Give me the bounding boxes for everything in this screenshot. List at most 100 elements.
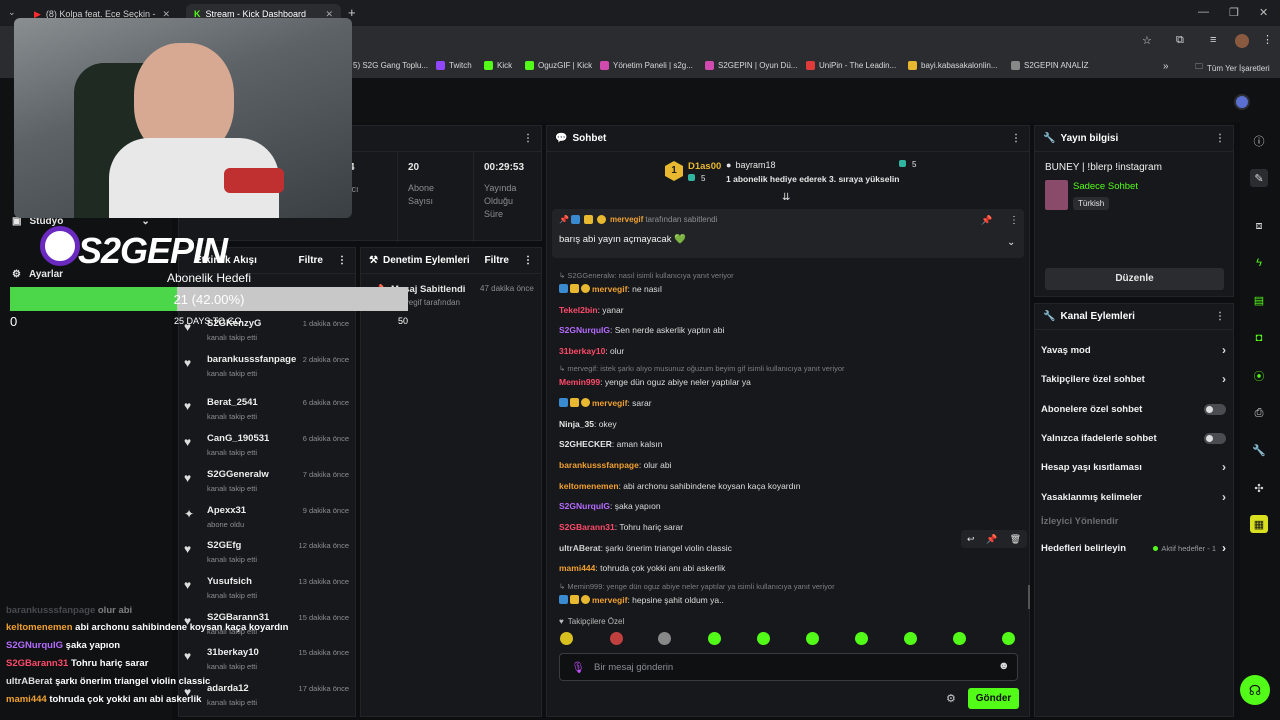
document-icon[interactable]: ▤	[1250, 291, 1268, 309]
bookmark-item[interactable]: S2GEPIN | Oyun Dü...	[705, 61, 797, 70]
send-button[interactable]: Gönder	[968, 688, 1019, 709]
emote-icon[interactable]	[904, 632, 917, 645]
wrench-icon: 🔧	[1043, 133, 1056, 144]
chat-scrollbar[interactable]	[1028, 585, 1030, 609]
expand-icon[interactable]: ⇊	[782, 192, 790, 203]
more-icon[interactable]: ⋮	[1009, 215, 1019, 226]
emote-icon[interactable]	[757, 632, 770, 645]
emote-icon[interactable]	[560, 632, 573, 645]
broadcast-icon[interactable]: ⦿	[1250, 367, 1268, 385]
support-icon[interactable]: ☊	[1240, 675, 1270, 705]
chat-username[interactable]: S2GHECKER	[559, 439, 612, 449]
info-icon[interactable]: ⓘ	[1250, 132, 1268, 150]
palette-icon[interactable]: ✣	[1250, 479, 1268, 497]
emote-icon[interactable]	[708, 632, 721, 645]
more-icon[interactable]: ⋮	[337, 255, 347, 266]
emote-icon[interactable]	[658, 632, 671, 645]
emote-icon[interactable]	[806, 632, 819, 645]
toggle-switch[interactable]	[1204, 432, 1226, 444]
trash-icon[interactable]: 🗑	[1010, 534, 1021, 545]
tab-search-icon[interactable]: ⌄	[8, 7, 16, 18]
menu-icon[interactable]: ⋮	[1262, 33, 1273, 46]
chat-username[interactable]: mervegif	[592, 284, 627, 294]
chat-icon[interactable]: ◘	[1250, 329, 1268, 347]
reply-icon[interactable]: ↩	[967, 534, 975, 545]
emote-icon[interactable]	[953, 632, 966, 645]
clip-icon[interactable]: ⧈	[1250, 217, 1268, 235]
goal-days: 25 DAYS TO GO	[174, 316, 242, 326]
pin-icon[interactable]: 📌	[986, 534, 997, 545]
top-gifter-count: 5	[688, 174, 705, 183]
chevron-down-icon[interactable]: ⌄	[1007, 237, 1015, 248]
chat-username[interactable]: keltomenemen	[559, 481, 619, 491]
minimize-icon[interactable]: —	[1198, 6, 1209, 18]
channel-action-row[interactable]: Yavaş mod ›	[1041, 342, 1226, 358]
bookmark-item[interactable]: 5) S2G Gang Toplu...	[353, 61, 428, 70]
microphone-icon[interactable]: 🎙	[571, 661, 585, 674]
chat-username[interactable]: barankusssfanpage	[559, 460, 639, 470]
all-bookmarks-button[interactable]: 🗀 Tüm Yer İşaretleri	[1195, 61, 1270, 75]
set-goals-row[interactable]: Hedefleri belirleyin Aktif hedefler - 1 …	[1041, 540, 1226, 556]
category-link[interactable]: Sadece Sohbet	[1073, 181, 1138, 192]
bookmark-item[interactable]: UniPin - The Leadin...	[806, 61, 896, 70]
emote-icon[interactable]	[1002, 632, 1015, 645]
restore-icon[interactable]: ❐	[1229, 6, 1239, 19]
media-icon[interactable]: ≡	[1210, 34, 1216, 46]
chat-username[interactable]: S2GBarann31	[559, 522, 615, 532]
star-icon[interactable]: ☆	[1142, 34, 1152, 47]
chat-text: : aman kalsın	[611, 439, 663, 449]
profile-avatar[interactable]	[1235, 34, 1249, 48]
bookmark-item[interactable]: Twitch	[436, 61, 472, 70]
clapper-icon[interactable]: ▦	[1250, 515, 1268, 533]
chat-username[interactable]: S2GNurquIG	[559, 325, 610, 335]
more-icon[interactable]: ⋮	[1215, 311, 1225, 322]
more-icon[interactable]: ⋮	[1215, 133, 1225, 144]
chat-input[interactable]: 🎙 Bir mesaj gönderin ☻	[559, 653, 1018, 681]
filter-button[interactable]: Filtre	[299, 255, 323, 266]
chat-username[interactable]: mervegif	[592, 398, 627, 408]
bookmark-item[interactable]: Yönetim Paneli | s2g...	[600, 61, 693, 70]
chat-settings-icon[interactable]: ⚙	[946, 692, 956, 705]
emote-icon[interactable]	[855, 632, 868, 645]
edit-stream-button[interactable]: Düzenle	[1045, 268, 1224, 290]
toggle-switch[interactable]	[1204, 403, 1226, 415]
chat-username[interactable]: ultrABerat	[559, 543, 601, 553]
bookmarks-overflow-button[interactable]: »	[1163, 61, 1169, 72]
channel-action-row[interactable]: Yasaklanmış kelimeler ›	[1041, 489, 1226, 505]
chat-username[interactable]: Memin999	[559, 377, 600, 387]
gift-prompt[interactable]: 1 abonelik hediye ederek 3. sıraya yükse…	[726, 174, 899, 184]
chat-username[interactable]: S2GNurquIG	[559, 501, 610, 511]
chat-username[interactable]: 31berkay10	[559, 346, 605, 356]
bookmark-item[interactable]: Kick	[484, 61, 512, 70]
chat-text: : okey	[593, 419, 617, 429]
printer-icon[interactable]: ⎙	[1250, 404, 1268, 422]
chat-username[interactable]: mervegif	[592, 595, 627, 605]
channel-action-row[interactable]: Takipçilere özel sohbet ›	[1041, 371, 1226, 387]
user-avatar[interactable]	[1234, 94, 1250, 110]
channel-action-row[interactable]: Yalnızca ifadelerle sohbet	[1041, 430, 1226, 446]
chat-username[interactable]: mami444	[559, 563, 595, 573]
message-actions: ↩ 📌 🗑	[961, 530, 1027, 548]
bookmark-item[interactable]: bayi.kabasakalonlin...	[908, 61, 998, 70]
chat-username[interactable]: Tekel2bin	[559, 305, 598, 315]
channel-action-row[interactable]: Abonelere özel sohbet	[1041, 401, 1226, 417]
nav-settings[interactable]: ⚙ Ayarlar	[12, 269, 63, 280]
more-icon[interactable]: ⋮	[1011, 133, 1021, 144]
emoji-icon[interactable]: ☻	[998, 660, 1010, 672]
wrench-icon[interactable]: 🔧	[1250, 441, 1268, 459]
filter-button[interactable]: Filtre	[485, 255, 509, 266]
more-icon[interactable]: ⋮	[523, 133, 533, 144]
extensions-icon[interactable]: ⧉	[1176, 34, 1184, 47]
bookmark-item[interactable]: OguzGIF | Kick	[525, 61, 592, 70]
bookmark-item[interactable]: S2GEPIN ANALİZ	[1011, 61, 1088, 70]
overlay-chat-line: ultrABerat şarkı önerim triangel violin …	[6, 676, 210, 687]
chat-username[interactable]: Ninja_35	[559, 419, 594, 429]
emote-icon[interactable]	[610, 632, 623, 645]
close-window-icon[interactable]: ✕	[1259, 6, 1268, 19]
channel-action-row[interactable]: Hesap yaşı kısıtlaması ›	[1041, 459, 1226, 475]
unpin-icon[interactable]: 📌	[981, 215, 992, 226]
new-tab-button[interactable]: +	[348, 5, 356, 20]
more-icon[interactable]: ⋮	[523, 255, 533, 266]
edit-icon[interactable]: ✎	[1250, 169, 1268, 187]
lightning-icon[interactable]: ϟ	[1250, 254, 1268, 272]
